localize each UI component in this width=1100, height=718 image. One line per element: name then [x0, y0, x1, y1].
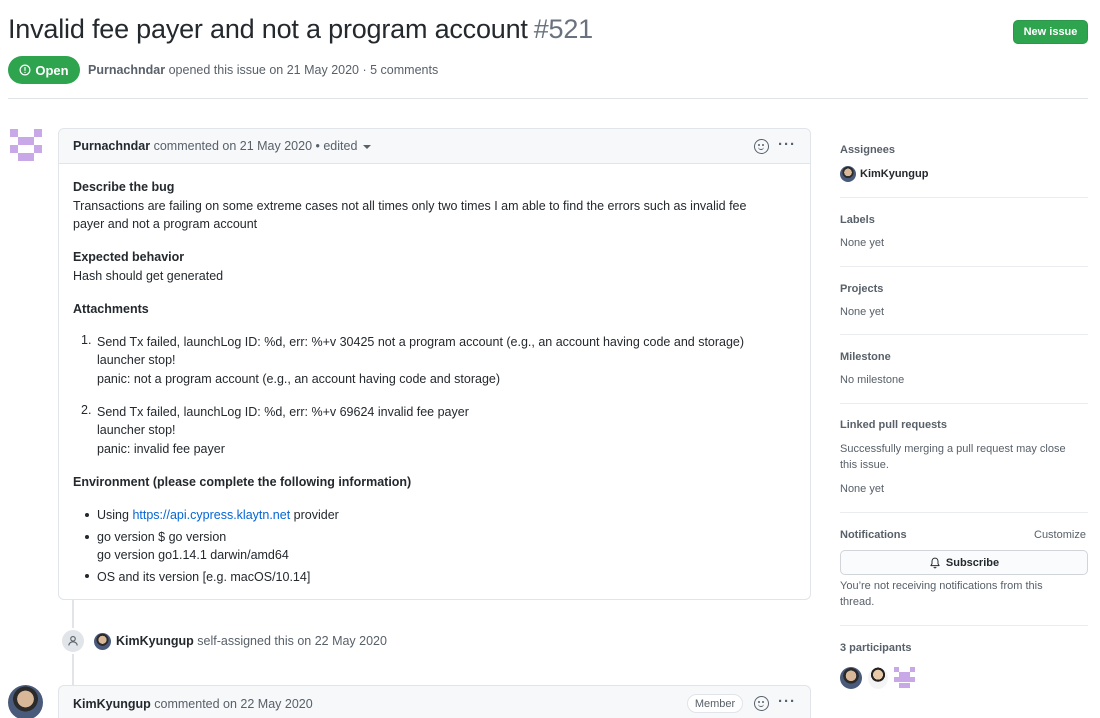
- timeline-user-link[interactable]: KimKyungup: [116, 634, 194, 648]
- second-comment-header: KimKyungup commented on 22 May 2020 Memb…: [58, 685, 811, 718]
- bell-icon: [930, 557, 940, 568]
- assignee-avatar[interactable]: [840, 166, 856, 182]
- edited-caret-icon[interactable]: [363, 144, 372, 149]
- comment-meta: commented on 22 May 2020: [154, 697, 313, 711]
- milestone-value: No milestone: [840, 374, 905, 386]
- comment-options-icon[interactable]: ···: [778, 693, 796, 710]
- projects-value: None yet: [840, 306, 885, 318]
- issue-comment: Purnachndar commented on 21 May 2020 • e…: [58, 128, 811, 600]
- comment-header-text: KimKyungup commented on 22 May 2020: [73, 697, 313, 711]
- list-item-line: launcher stop!: [97, 423, 176, 437]
- describe-heading: Describe the bug: [73, 180, 175, 194]
- sidebar-divider: [840, 403, 1088, 404]
- participant-avatar[interactable]: [894, 667, 916, 689]
- assignee-name[interactable]: KimKyungup: [860, 168, 928, 180]
- issue-title-text: Invalid fee payer and not a program acco…: [8, 14, 528, 44]
- list-item-number: 1.: [81, 333, 92, 347]
- list-item-line: panic: not a program account (e.g., an a…: [97, 372, 501, 386]
- comment-header: Purnachndar commented on 21 May 2020 • e…: [59, 129, 810, 164]
- issue-title: Invalid fee payer and not a program acco…: [8, 14, 593, 45]
- bullet-icon: [85, 513, 89, 517]
- sidebar-divider: [840, 625, 1088, 626]
- environment-heading: Environment (please complete the followi…: [73, 475, 412, 489]
- comment-author-link[interactable]: Purnachndar: [73, 139, 150, 153]
- person-icon: [68, 635, 78, 646]
- expected-text: Hash should get generated: [73, 269, 224, 283]
- notifications-desc-1: You’re not receiving notifications from …: [840, 580, 1043, 592]
- participant-avatar[interactable]: [840, 667, 862, 689]
- header-divider: [8, 98, 1088, 99]
- assignees-heading[interactable]: Assignees: [840, 144, 895, 156]
- linked-prs-value: None yet: [840, 483, 885, 495]
- kimkyungup-avatar-small[interactable]: [94, 633, 111, 650]
- comment-options-icon[interactable]: ···: [778, 136, 796, 153]
- milestone-heading[interactable]: Milestone: [840, 351, 891, 363]
- member-badge: Member: [687, 694, 743, 713]
- issue-meta: Purnachndar opened this issue on 21 May …: [88, 63, 438, 77]
- list-item-line: panic: invalid fee payer: [97, 442, 225, 456]
- issue-opened-text: opened this issue on 21 May 2020 · 5 com…: [168, 63, 439, 77]
- notifications-heading: Notifications: [840, 529, 907, 541]
- comment-author-link[interactable]: KimKyungup: [73, 697, 151, 711]
- timeline-event-desc: self-assigned this on 22 May 2020: [197, 634, 387, 648]
- participants-heading: 3 participants: [840, 642, 912, 654]
- comment-header-text: Purnachndar commented on 21 May 2020 • e…: [73, 139, 372, 153]
- linked-prs-heading[interactable]: Linked pull requests: [840, 419, 947, 431]
- timeline-event-text: KimKyungup self-assigned this on 22 May …: [116, 634, 387, 648]
- linked-prs-desc-2: this issue.: [840, 459, 889, 471]
- labels-heading[interactable]: Labels: [840, 214, 875, 226]
- attachments-heading: Attachments: [73, 302, 149, 316]
- bullet-icon: [85, 574, 89, 578]
- reaction-smiley-icon[interactable]: [754, 696, 769, 711]
- linked-prs-desc-1: Successfully merging a pull request may …: [840, 443, 1066, 455]
- issue-state-badge: Open: [8, 56, 80, 84]
- subscribe-button[interactable]: Subscribe: [840, 550, 1088, 575]
- list-item-line: launcher stop!: [97, 353, 176, 367]
- bullet-icon: [85, 535, 89, 539]
- customize-link[interactable]: Customize: [1034, 529, 1086, 541]
- env-item-using: Using https://api.cypress.klaytn.net pro…: [97, 508, 339, 522]
- expected-heading: Expected behavior: [73, 250, 185, 264]
- sidebar-divider: [840, 512, 1088, 513]
- issue-state-label: Open: [35, 62, 69, 78]
- api-link[interactable]: https://api.cypress.klaytn.net: [132, 508, 290, 522]
- timeline-person-badge: [60, 628, 86, 654]
- notifications-desc-2: thread.: [840, 596, 875, 608]
- list-item-number: 2.: [81, 403, 92, 417]
- reaction-smiley-icon[interactable]: [754, 139, 769, 154]
- describe-line-2: payer and not a program account: [73, 217, 258, 231]
- participant-avatar[interactable]: [868, 667, 888, 689]
- issue-opened-icon: [19, 64, 31, 76]
- purnachndar-avatar[interactable]: [10, 129, 42, 161]
- list-item-line: Send Tx failed, launchLog ID: %d, err: %…: [97, 335, 745, 349]
- env-item-os: OS and its version [e.g. macOS/10.14]: [97, 570, 311, 584]
- sidebar-divider: [840, 266, 1088, 267]
- new-issue-button[interactable]: New issue: [1013, 20, 1088, 44]
- issue-author-link[interactable]: Purnachndar: [88, 63, 165, 77]
- env-item-go: go version $ go version: [97, 530, 227, 544]
- env-item-go-version: go version go1.14.1 darwin/amd64: [97, 548, 289, 562]
- comment-meta: commented on 21 May 2020 • edited: [153, 139, 358, 153]
- issue-number: #521: [533, 14, 593, 44]
- sidebar-divider: [840, 197, 1088, 198]
- list-item-line: Send Tx failed, launchLog ID: %d, err: %…: [97, 405, 469, 419]
- kimkyungup-avatar[interactable]: [8, 685, 43, 718]
- labels-value: None yet: [840, 237, 885, 249]
- sidebar-divider: [840, 334, 1088, 335]
- subscribe-label: Subscribe: [945, 556, 1000, 569]
- projects-heading[interactable]: Projects: [840, 283, 883, 295]
- describe-line-1: Transactions are failing on some extreme…: [73, 199, 747, 213]
